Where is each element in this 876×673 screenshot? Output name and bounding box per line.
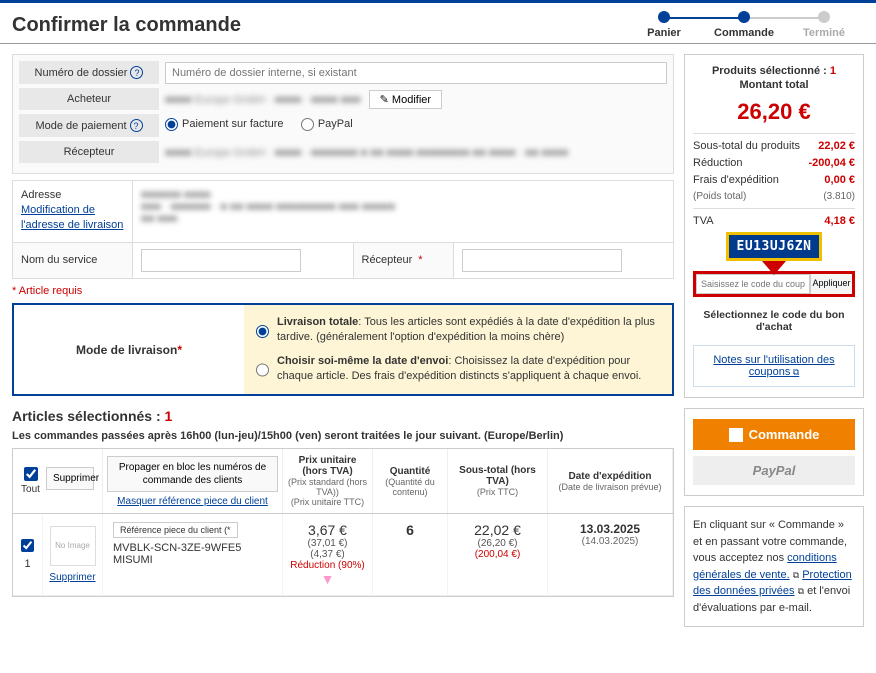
coupon-input[interactable] bbox=[696, 274, 810, 294]
order-form: Numéro de dossier? Acheteur ■■■■ Europe … bbox=[12, 54, 674, 174]
grand-total: 26,20 € bbox=[693, 99, 855, 125]
order-summary: Produits sélectionné : 1 Montant total 2… bbox=[684, 54, 864, 398]
no-image-placeholder: No Image bbox=[50, 526, 96, 566]
place-order-button[interactable]: Commande bbox=[693, 419, 855, 450]
recepteur-input[interactable] bbox=[462, 249, 622, 272]
items-title: Articles sélectionnés : 1 bbox=[12, 408, 172, 424]
modify-address-link[interactable]: Modification de l'adresse de livraison bbox=[21, 203, 124, 234]
paiement-facture-radio[interactable]: Paiement sur facture bbox=[165, 118, 284, 131]
arrow-down-icon bbox=[762, 261, 786, 275]
apply-coupon-button[interactable]: Appliquer bbox=[810, 274, 852, 294]
recepteur-value: ■■■■ Europe GmbH · ■■■■ · ■■■■■■■ ■ ■■ ■… bbox=[165, 147, 568, 159]
ship-date: 13.03.2025 bbox=[554, 522, 666, 536]
adresse-label: Adresse bbox=[21, 189, 124, 201]
legal-notice: En cliquant sur « Commande » et en passa… bbox=[684, 506, 864, 627]
paiement-label: Mode de paiement bbox=[35, 120, 126, 132]
row-checkbox[interactable] bbox=[21, 539, 34, 552]
help-icon[interactable]: ? bbox=[130, 119, 143, 132]
select-all-checkbox[interactable] bbox=[24, 467, 38, 481]
delivery-total-radio[interactable] bbox=[256, 317, 269, 346]
items-table: Tout Supprimer Propager en bloc les numé… bbox=[12, 448, 674, 597]
help-icon[interactable]: ? bbox=[130, 66, 143, 79]
external-link-icon: ⧉ bbox=[790, 367, 799, 377]
row-delete-link[interactable]: Supprimer bbox=[49, 572, 95, 583]
acheteur-value: ■■■■ Europe GmbH · ■■■■ · ■■■■ ■■■ bbox=[165, 94, 361, 106]
item-qty: 6 bbox=[373, 514, 448, 595]
address-box: Adresse Modification de l'adresse de liv… bbox=[12, 180, 674, 243]
item-brand: MISUMI bbox=[113, 554, 153, 566]
modifier-button[interactable]: ✎ Modifier bbox=[369, 90, 442, 109]
coupon-notes-link[interactable]: Notes sur l'utilisation des coupons ⧉ bbox=[713, 354, 834, 378]
delivery-label: Mode de livraison bbox=[76, 343, 177, 357]
item-sku: MVBLK-SCN-3ZE-9WFE5 bbox=[113, 542, 241, 554]
mask-ref-link[interactable]: Masquer référence piece du client bbox=[117, 496, 268, 507]
external-link-icon: ⧉ bbox=[793, 570, 799, 580]
recepteur2-label: Récepteur bbox=[362, 254, 413, 266]
dossier-label: Numéro de dossier bbox=[35, 67, 128, 79]
reduction-label: Réduction (90%) bbox=[289, 560, 366, 571]
select-voucher-link[interactable]: Sélectionnez le code du bon d'achat bbox=[693, 305, 855, 337]
order-icon bbox=[729, 428, 743, 442]
delivery-mode-box: Mode de livraison * Livraison totale: To… bbox=[12, 303, 674, 397]
recepteur-label: Récepteur bbox=[64, 146, 115, 158]
subtotal: 22,02 € bbox=[454, 522, 541, 538]
paypal-button[interactable]: PayPal bbox=[693, 456, 855, 485]
arrow-down-icon: ▼ bbox=[289, 571, 366, 587]
delivery-choose-radio[interactable] bbox=[256, 356, 269, 385]
checkout-stepper: Panier Commande Terminé bbox=[624, 11, 864, 39]
client-ref-button[interactable]: Référence piece du client (* bbox=[113, 522, 238, 538]
step-order: Commande bbox=[714, 27, 774, 39]
service-input[interactable] bbox=[141, 249, 301, 272]
propagate-button[interactable]: Propager en bloc les numéros de commande… bbox=[107, 456, 278, 492]
step-done: Terminé bbox=[803, 27, 845, 39]
service-label: Nom du service bbox=[13, 243, 133, 278]
acheteur-label: Acheteur bbox=[67, 93, 111, 105]
required-note: * Article requis bbox=[12, 285, 674, 297]
delete-selected-button[interactable]: Supprimer bbox=[46, 467, 94, 490]
address-value: ■■■■■■ ■■■■■■■ · ■■■■■■ · ■ ■■ ■■■■ ■■■■… bbox=[141, 189, 665, 225]
unit-price: 3,67 € bbox=[289, 522, 366, 538]
dossier-input[interactable] bbox=[165, 62, 667, 84]
coupon-code-badge: EU13UJ6ZN bbox=[726, 232, 823, 261]
paiement-paypal-radio[interactable]: PayPal bbox=[301, 118, 353, 131]
external-link-icon: ⧉ bbox=[798, 586, 804, 596]
items-note: Les commandes passées après 16h00 (lun-j… bbox=[12, 430, 563, 442]
table-row: 1 No Image Supprimer Référence piece du … bbox=[13, 514, 673, 596]
page-title: Confirmer la commande bbox=[12, 14, 624, 37]
step-cart: Panier bbox=[647, 27, 681, 39]
